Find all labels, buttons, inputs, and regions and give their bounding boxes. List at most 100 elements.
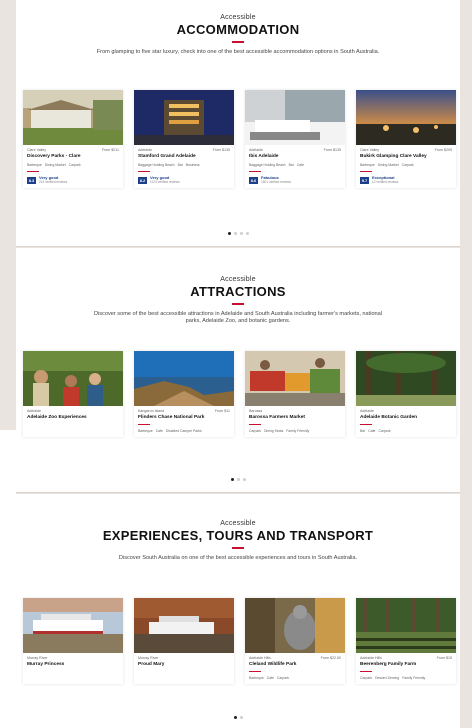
card-title[interactable]: Cleland Wildlife Park (249, 662, 341, 667)
experience-card[interactable]: Murray River Proud Mary (134, 598, 234, 684)
card-price: From $11 (214, 409, 230, 413)
card-title[interactable]: Beerenberg Family Farm (360, 662, 452, 667)
accommodation-card[interactable]: Adelaide From $135 Ibis Adelaide Baggage … (245, 90, 345, 188)
card-region: Adelaide (138, 148, 152, 152)
card-image (134, 351, 234, 406)
card-image (356, 90, 456, 145)
card-title[interactable]: Barossa Farmers Market (249, 415, 341, 420)
accommodation-card[interactable]: Clare Valley From $211 Discovery Parks - … (23, 90, 123, 188)
card-image (23, 90, 123, 145)
card-region: Adelaide Hills (360, 656, 382, 660)
card-image (245, 351, 345, 406)
card-region: Adelaide (249, 148, 263, 152)
carousel-dot[interactable] (239, 716, 243, 719)
card-price: From $22.50 (320, 656, 341, 660)
card-title[interactable]: Ibis Adelaide (249, 154, 341, 159)
card-image (245, 598, 345, 653)
attraction-card[interactable]: Adelaide Adelaide Zoo Experiences (23, 351, 123, 437)
carousel-dots (16, 478, 460, 481)
card-title[interactable]: Bukirk Glamping Clare Valley (360, 154, 452, 159)
carousel-dot[interactable] (239, 232, 243, 235)
experience-card[interactable]: Adelaide Hills From $15 Beerenberg Family… (356, 598, 456, 684)
card-divider (249, 171, 261, 172)
card-tag: Barbeque (360, 163, 375, 167)
attractions-cards: Adelaide Adelaide Zoo Experiences Kangar… (23, 351, 456, 437)
section-pretitle: Accessible (220, 276, 256, 283)
card-tag: Bar (288, 163, 294, 167)
card-price: From $15 (436, 656, 452, 660)
section-pretitle: Accessible (220, 520, 256, 527)
card-tag: Carpark (276, 676, 289, 680)
carousel-dots (16, 232, 460, 235)
card-image (134, 598, 234, 653)
card-region: Murray River (138, 656, 159, 660)
card-tag: Baggage Holding Beach (249, 163, 286, 167)
card-title[interactable]: Adelaide Zoo Experiences (27, 415, 119, 420)
section-description: Discover some of the best accessible att… (93, 310, 383, 325)
card-tag: Carpark (249, 429, 262, 433)
card-image (356, 598, 456, 653)
rating-reviews: 214 verified reviews (39, 180, 68, 184)
card-title[interactable]: Adelaide Botanic Garden (360, 415, 452, 420)
section-pretitle: Accessible (220, 14, 256, 21)
section-heading: EXPERIENCES, TOURS AND TRANSPORT (102, 528, 374, 543)
card-divider (138, 171, 150, 172)
experiences-section: Accessible EXPERIENCES, TOURS AND TRANSP… (16, 494, 460, 728)
attractions-section: Accessible ATTRACTIONS Discover some of … (16, 248, 460, 492)
card-region: Clare Valley (360, 148, 380, 152)
card-title[interactable]: Discovery Parks - Clare (27, 154, 119, 159)
card-title[interactable]: Stamford Grand Adelaide (138, 154, 230, 159)
card-tag: Cafe (155, 429, 163, 433)
card-divider (249, 424, 261, 425)
attraction-card[interactable]: Barossa Barossa Farmers Market Carpark Di… (245, 351, 345, 437)
rating-block: 8.2 Very good 1123 verified reviews (138, 176, 230, 184)
carousel-dot[interactable] (227, 232, 231, 235)
accommodation-header: Accessible ACCOMMODATION From glamping t… (16, 14, 460, 56)
card-tag: Carpark (360, 676, 373, 680)
carousel-dot[interactable] (245, 232, 249, 235)
card-tag: Carpark (401, 163, 414, 167)
rating-reviews: 1601 verified reviews (261, 180, 291, 184)
card-tag: Carpark (378, 429, 391, 433)
rating-reviews: 1123 verified reviews (150, 180, 180, 184)
accent-rule (232, 41, 244, 43)
rating-score: 9.7 (360, 176, 369, 184)
accommodation-card[interactable]: Clare Valley From $205 Bukirk Glamping Cl… (356, 90, 456, 188)
carousel-dots (16, 716, 460, 719)
card-tag: Dining Market (44, 163, 66, 167)
experiences-cards: Murray River Murray Princess Murray Rive… (23, 598, 456, 684)
accent-rule (232, 303, 244, 305)
card-image (245, 90, 345, 145)
card-divider (138, 424, 150, 425)
card-title[interactable]: Flinders Chase National Park (138, 415, 230, 420)
card-region: Barossa (249, 409, 263, 413)
card-tag: Family Friendly (286, 429, 310, 433)
carousel-dot[interactable] (233, 232, 237, 235)
carousel-dot[interactable] (230, 478, 234, 481)
rating-score: 8.6 (249, 176, 258, 184)
accommodation-card[interactable]: Adelaide From $135 Stamford Grand Adelaid… (134, 90, 234, 188)
card-tag: Business (185, 163, 200, 167)
card-tag: Family Friendly (402, 676, 426, 680)
card-region: Murray River (27, 656, 48, 660)
rating-score: 8.2 (138, 176, 147, 184)
carousel-dot[interactable] (242, 478, 246, 481)
carousel-dot[interactable] (233, 716, 237, 719)
card-region: Kangaroo Island (138, 409, 165, 413)
experience-card[interactable]: Adelaide Hills From $22.50 Cleland Wildli… (245, 598, 345, 684)
carousel-dot[interactable] (236, 478, 240, 481)
card-region: Adelaide Hills (249, 656, 271, 660)
card-title[interactable]: Murray Princess (27, 662, 119, 667)
accommodation-cards: Clare Valley From $211 Discovery Parks - … (23, 90, 456, 188)
card-tag: Barbeque (249, 676, 264, 680)
card-tag: Bar (360, 429, 366, 433)
card-divider (249, 671, 261, 672)
card-tag: Cafe (266, 676, 274, 680)
attraction-card[interactable]: Kangaroo Island From $11 Flinders Chase N… (134, 351, 234, 437)
card-divider (27, 171, 39, 172)
attraction-card[interactable]: Adelaide Adelaide Botanic Garden Bar Cafe… (356, 351, 456, 437)
card-tag: Carpark (68, 163, 81, 167)
card-title[interactable]: Proud Mary (138, 662, 230, 667)
background-strip (0, 430, 16, 728)
experience-card[interactable]: Murray River Murray Princess (23, 598, 123, 684)
